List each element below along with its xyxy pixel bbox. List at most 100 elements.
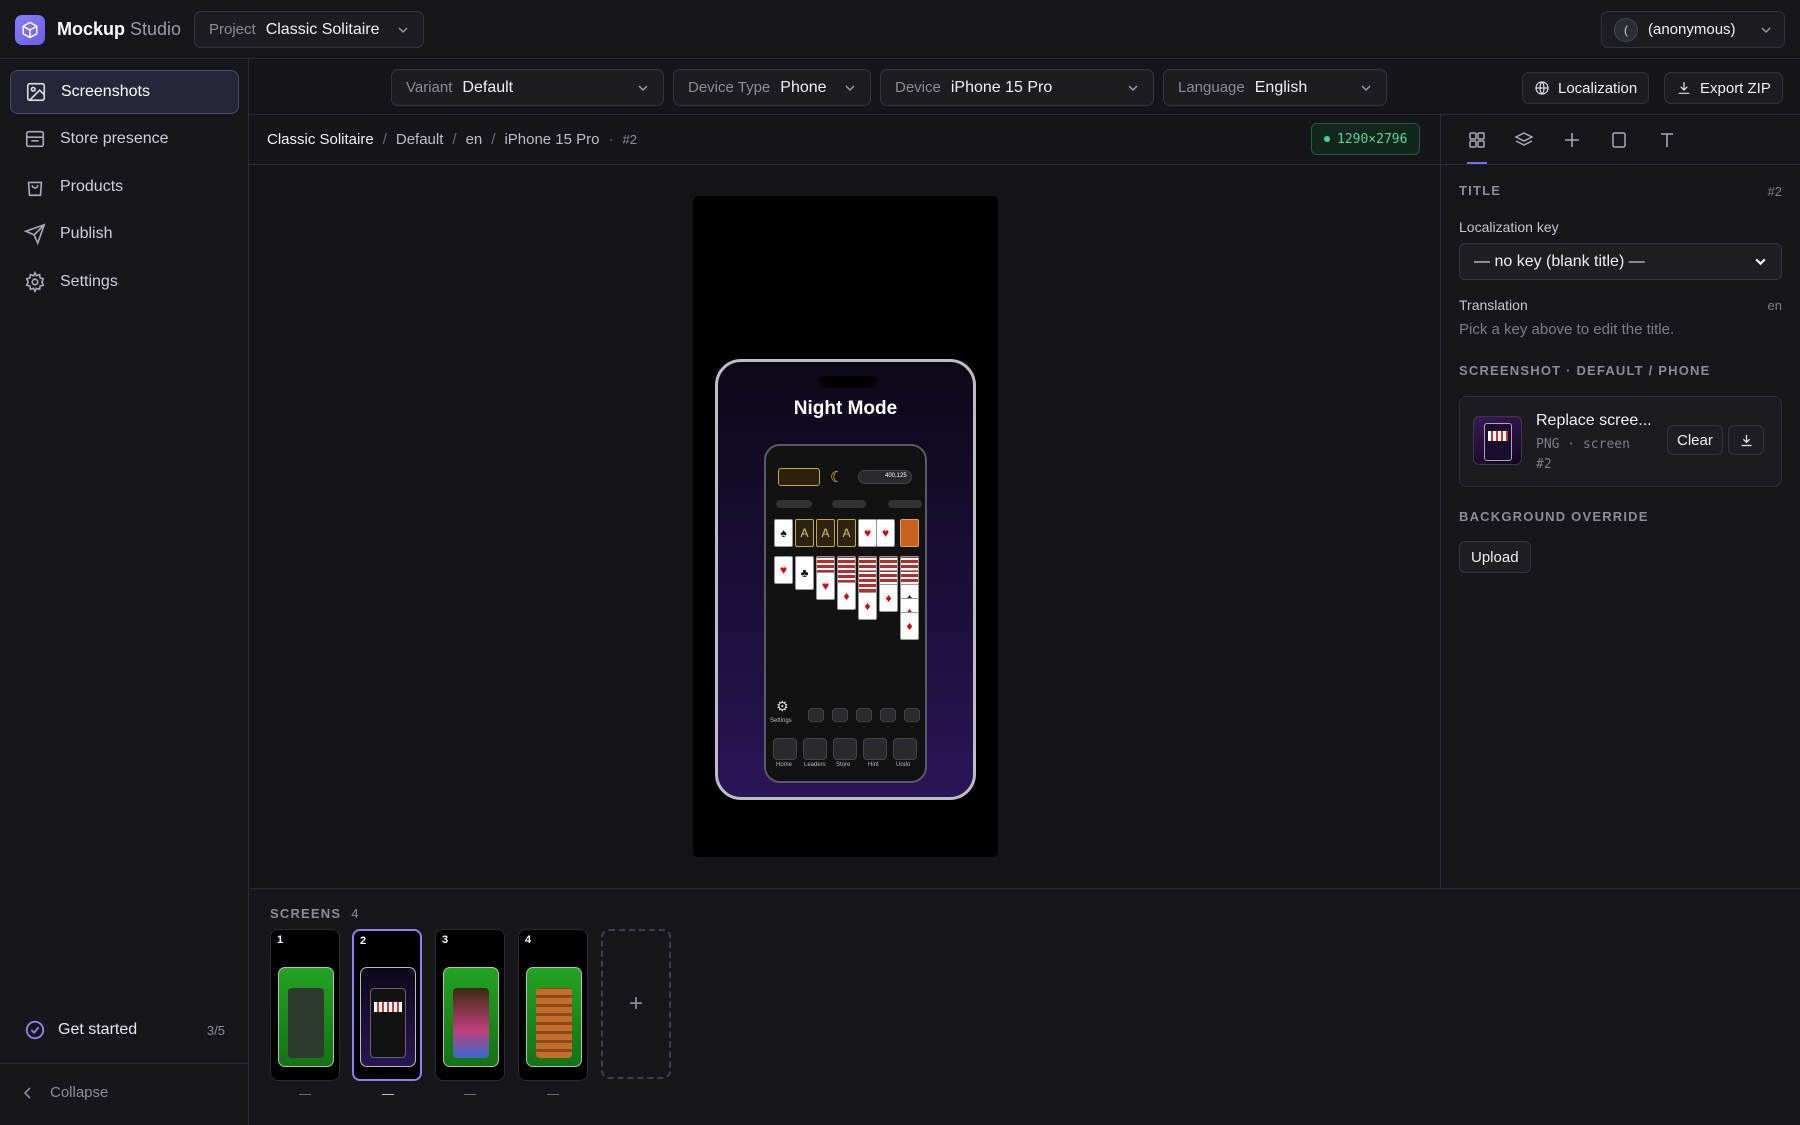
translation-hint: Pick a key above to edit the title. [1459, 321, 1675, 338]
project-selector[interactable]: Project Classic Solitaire [194, 11, 424, 48]
calendar-icon [880, 708, 896, 722]
language-select[interactable]: Language English [1163, 69, 1387, 106]
variant-select[interactable]: Variant Default [391, 69, 664, 106]
chevron-down-icon [1761, 26, 1771, 33]
user-menu[interactable]: ( (anonymous) [1601, 11, 1785, 48]
avatar: ( [1614, 17, 1638, 42]
foundation-slot: A [816, 519, 835, 547]
tableau-card: ♦ [879, 584, 898, 612]
section-title: SCREENSHOT · DEFAULT / PHONE [1459, 363, 1711, 378]
screens-count: 4 [351, 906, 360, 921]
bottom-bar-label: Home [776, 762, 793, 768]
screen-number: 3 [442, 934, 449, 946]
pause-icon [856, 708, 872, 722]
device-type-select[interactable]: Device Type Phone [673, 69, 871, 106]
device-select[interactable]: Device iPhone 15 Pro [880, 69, 1154, 106]
download-button[interactable] [1728, 425, 1764, 455]
breadcrumb-separator: / [382, 131, 387, 148]
localization-label: Localization [1558, 79, 1638, 97]
breadcrumb-project[interactable]: Classic Solitaire [267, 131, 374, 148]
game-screen: ☾ 400,125 ♠ A A A ♥ ♥ ♥ ♣ ♥ ♦ ♦ ♦ ♦ ⚙ Se… [764, 444, 927, 783]
preview-canvas: Night Mode ☾ 400,125 ♠ A A A ♥ ♥ ♥ ♣ ♥ ♦… [249, 165, 1440, 888]
plus-icon[interactable] [1562, 130, 1582, 150]
get-started-button[interactable]: Get started 3/5 [10, 1008, 239, 1052]
sidebar-item-label: Screenshots [61, 83, 150, 100]
screen-thumbnail[interactable]: 1 [270, 929, 340, 1081]
screen-caption [299, 1094, 311, 1095]
upload-button[interactable]: Upload [1459, 541, 1531, 573]
screen-thumbnail[interactable]: 3 [435, 929, 505, 1081]
get-started-progress: 3/5 [206, 1022, 225, 1038]
download-icon [1741, 434, 1751, 446]
replace-screenshot-link[interactable]: Replace scree... [1536, 412, 1652, 430]
collapse-label: Collapse [50, 1084, 109, 1101]
sidebar-item-publish[interactable]: Publish [10, 212, 239, 256]
screens-label: SCREENS 4 [270, 906, 360, 921]
frame-icon[interactable] [1609, 130, 1629, 150]
screen-number: 4 [525, 934, 532, 946]
clear-button[interactable]: Clear [1667, 425, 1723, 455]
undo-icon [893, 738, 917, 760]
breadcrumb: Classic Solitaire / Default / en / iPhon… [267, 131, 637, 148]
divider [0, 1063, 249, 1064]
layers-icon[interactable] [1514, 130, 1534, 150]
project-name: Classic Solitaire [265, 20, 380, 38]
chevron-down-icon [638, 84, 648, 91]
dynamic-island [820, 376, 876, 388]
game-logo [778, 468, 820, 486]
sidebar-item-products[interactable]: Products [10, 165, 239, 209]
grid-icon[interactable] [1467, 130, 1487, 150]
tableau-card: ♦ [858, 592, 877, 620]
bottom-bar-label: Store [836, 762, 851, 768]
project-label: Project [209, 21, 256, 38]
user-name: (anonymous) [1648, 21, 1736, 38]
localization-key-select[interactable]: — no key (blank title) — [1459, 243, 1782, 280]
sidebar-item-label: Publish [60, 225, 113, 242]
breadcrumb-bar: Classic Solitaire / Default / en / iPhon… [249, 115, 1440, 165]
sidebar-item-screenshots[interactable]: Screenshots [10, 70, 239, 114]
text-icon[interactable] [1657, 130, 1677, 150]
language-value: English [1254, 78, 1308, 96]
card-face: ♥ [858, 519, 877, 547]
game-button-label: Settings [770, 718, 792, 724]
app-logo-icon [15, 15, 45, 45]
breadcrumb-language[interactable]: en [466, 131, 483, 148]
thumb-preview [278, 967, 334, 1067]
inspector-tabs [1441, 115, 1800, 165]
sidebar-item-settings[interactable]: Settings [10, 260, 239, 304]
variant-value: Default [462, 78, 514, 96]
tableau-card: ♣ [795, 556, 814, 590]
translation-label: Translation [1459, 297, 1528, 313]
card-face: ♥ [876, 519, 895, 547]
add-screen-button[interactable]: + [601, 929, 671, 1079]
moon-icon: ☾ [830, 469, 844, 486]
screen-caption [547, 1094, 559, 1095]
chevron-down-icon [845, 84, 855, 91]
stock-pile [900, 519, 919, 547]
sidebar-item-label: Products [60, 178, 124, 195]
export-zip-button[interactable]: Export ZIP [1664, 72, 1783, 104]
device-label: Device [895, 79, 941, 96]
screen-number: 2 [360, 935, 367, 947]
localization-button[interactable]: Localization [1522, 72, 1650, 104]
tableau-card: ♦ [900, 612, 919, 640]
inspector-panel: TITLE #2 Localization key — no key (blan… [1440, 115, 1800, 888]
breadcrumb-separator: / [491, 131, 496, 148]
screen-caption [382, 1094, 394, 1095]
screen-caption [464, 1094, 476, 1095]
tableau-card: ♥ [774, 556, 793, 584]
hint-icon [863, 738, 887, 760]
screen-thumbnail[interactable]: 4 [518, 929, 588, 1081]
duel-icon [808, 708, 824, 722]
breadcrumb-dot: · [608, 131, 614, 148]
sidebar-item-store-presence[interactable]: Store presence [10, 117, 239, 161]
screenshot-preview[interactable]: Night Mode ☾ 400,125 ♠ A A A ♥ ♥ ♥ ♣ ♥ ♦… [693, 196, 998, 857]
screen-thumbnail-selected[interactable]: 2 [352, 929, 422, 1081]
screenshot-file-card: Replace scree... PNG · screen #2 Clear [1459, 396, 1782, 487]
breadcrumb-variant[interactable]: Default [396, 131, 444, 148]
collapse-button[interactable]: Collapse [22, 1084, 108, 1101]
status-dot-icon [1324, 136, 1330, 142]
breadcrumb-device[interactable]: iPhone 15 Pro [504, 131, 599, 148]
breadcrumb-index: #2 [622, 132, 637, 147]
device-frame: Night Mode ☾ 400,125 ♠ A A A ♥ ♥ ♥ ♣ ♥ ♦… [715, 359, 976, 800]
